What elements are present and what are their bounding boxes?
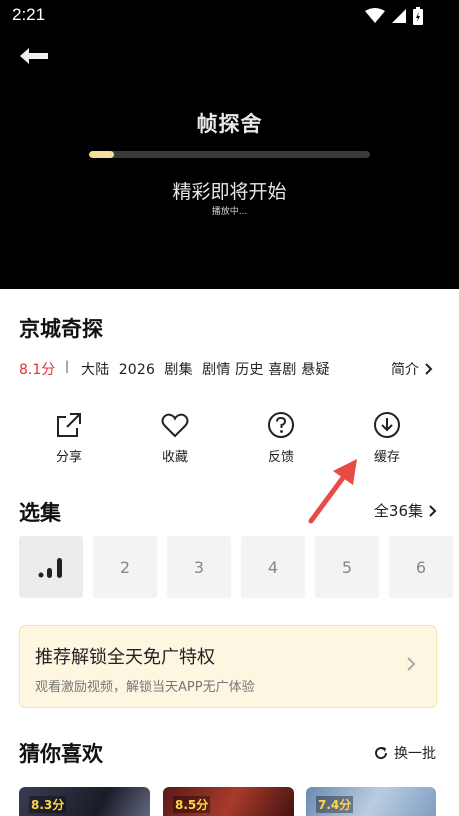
meta-separator: | bbox=[65, 359, 70, 373]
help-circle-icon bbox=[268, 412, 294, 438]
favorite-button[interactable]: 收藏 bbox=[140, 410, 210, 465]
player-title: 帧探舍 bbox=[196, 112, 263, 136]
poster-score: 7.4分 bbox=[316, 796, 354, 813]
promo-title: 推荐解锁全天免广特权 bbox=[35, 647, 215, 668]
wifi-icon bbox=[365, 8, 385, 23]
arrow-left-icon bbox=[20, 48, 48, 64]
favorite-label: 收藏 bbox=[161, 450, 188, 465]
refresh-button[interactable]: 换一批 bbox=[374, 743, 436, 763]
signal-icon bbox=[392, 9, 406, 23]
show-rating: 8.1分 bbox=[19, 362, 56, 378]
chevron-right-icon bbox=[407, 657, 416, 671]
show-tags: 大陆 2026 剧集 剧情 历史 喜剧 悬疑 bbox=[81, 362, 330, 378]
ad-free-promo-card[interactable]: 推荐解锁全天免广特权 观看激励视频，解锁当天APP无广体验 bbox=[19, 625, 437, 708]
promo-subtitle: 观看激励视频，解锁当天APP无广体验 bbox=[35, 680, 255, 695]
episodes-title: 选集 bbox=[19, 501, 61, 525]
heart-icon bbox=[161, 413, 189, 438]
show-title: 京城奇探 bbox=[19, 317, 103, 341]
recommend-title: 猜你喜欢 bbox=[19, 742, 103, 766]
action-bar: 分享 收藏 反馈 缓存 bbox=[0, 410, 459, 470]
share-icon bbox=[57, 413, 81, 437]
episode-item[interactable]: 4 bbox=[241, 536, 305, 598]
share-button[interactable]: 分享 bbox=[34, 410, 104, 465]
all-episodes-link[interactable]: 全36集 bbox=[374, 500, 437, 521]
video-player[interactable]: 帧探舍 精彩即将开始 播放中... bbox=[0, 32, 459, 289]
episode-item[interactable]: 6 bbox=[389, 536, 453, 598]
poster-score: 8.5分 bbox=[173, 796, 211, 813]
status-time: 2:21 bbox=[12, 5, 46, 24]
share-label: 分享 bbox=[55, 450, 82, 465]
loading-progress-bar bbox=[89, 151, 370, 158]
player-sub-message: 播放中... bbox=[211, 207, 248, 217]
show-meta: 8.1分 | 大陆 2026 剧集 剧情 历史 喜剧 悬疑 简介 bbox=[19, 359, 439, 381]
feedback-label: 反馈 bbox=[267, 450, 294, 465]
status-icons bbox=[365, 7, 423, 25]
intro-label: 简介 bbox=[391, 362, 419, 378]
poster-card[interactable]: 8.3分 bbox=[19, 787, 150, 816]
episode-item[interactable]: 2 bbox=[93, 536, 157, 598]
loading-progress-fill bbox=[89, 151, 115, 158]
poster-card[interactable]: 7.4分 bbox=[306, 787, 436, 816]
annotation-arrow-icon bbox=[308, 459, 357, 524]
download-icon bbox=[374, 412, 400, 438]
chevron-right-icon bbox=[429, 504, 437, 517]
episode-item[interactable]: 3 bbox=[167, 536, 231, 598]
status-bar: 2:21 bbox=[0, 0, 459, 32]
all-episodes-label: 全36集 bbox=[373, 502, 423, 520]
download-label: 缓存 bbox=[373, 450, 400, 465]
back-button[interactable] bbox=[14, 38, 54, 74]
episode-item[interactable]: 5 bbox=[315, 536, 379, 598]
episode-playing[interactable] bbox=[19, 536, 83, 598]
refresh-icon bbox=[375, 747, 388, 760]
poster-score: 8.3分 bbox=[29, 796, 67, 813]
battery-icon bbox=[413, 7, 423, 25]
playing-bars-icon bbox=[38, 558, 62, 578]
episode-list: 2 3 4 5 6 bbox=[19, 536, 459, 598]
refresh-label: 换一批 bbox=[394, 746, 436, 762]
player-message: 精彩即将开始 bbox=[172, 181, 287, 203]
chevron-right-icon bbox=[425, 363, 433, 375]
intro-link[interactable]: 简介 bbox=[391, 359, 433, 379]
recommend-list: 8.3分 8.5分 7.4分 bbox=[19, 787, 459, 816]
poster-card[interactable]: 8.5分 bbox=[163, 787, 294, 816]
